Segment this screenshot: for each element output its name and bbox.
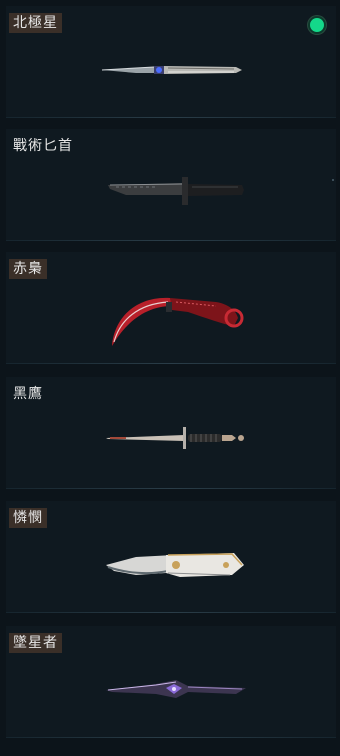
skin-card-black-eagle[interactable]: 黑鷹 <box>6 377 336 489</box>
dagger-icon <box>106 427 244 449</box>
skin-card-tactical[interactable]: 戰術匕首 <box>6 129 336 241</box>
skin-name: 黑鷹 <box>13 386 43 402</box>
skin-card-red-owl[interactable]: 赤梟 <box>6 252 336 364</box>
equipped-indicator-icon <box>308 16 326 34</box>
karambit-red-icon <box>112 297 244 346</box>
knife-skin-list: 北極星 戰術匕首 赤梟 黑鷹 憐憫 墜星者 <box>0 0 340 756</box>
skin-name: 憐憫 <box>9 508 47 528</box>
polaris-knife-icon <box>101 66 242 74</box>
skin-name: 戰術匕首 <box>13 138 73 154</box>
skin-card-star-fall[interactable]: 墜星者 <box>6 626 336 738</box>
skin-card-polaris[interactable]: 北極星 <box>6 6 336 118</box>
skin-name: 墜星者 <box>9 633 62 653</box>
edge-tick <box>332 179 334 181</box>
tactical-knife-icon <box>108 177 244 205</box>
star-blade-icon <box>106 680 246 698</box>
folding-knife-icon <box>106 553 244 577</box>
skin-card-mercy[interactable]: 憐憫 <box>6 501 336 613</box>
skin-name: 赤梟 <box>9 259 47 279</box>
skin-name: 北極星 <box>9 13 62 33</box>
